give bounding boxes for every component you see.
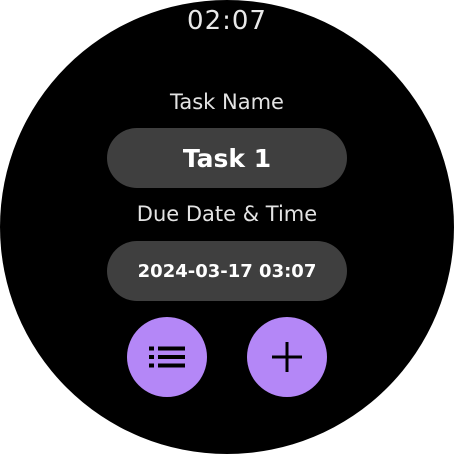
clock-time: 02:07 — [187, 6, 267, 36]
add-task-button[interactable] — [247, 317, 327, 397]
task-list-button[interactable] — [127, 317, 207, 397]
due-date-label: Due Date & Time — [136, 202, 318, 226]
list-icon — [149, 345, 185, 369]
due-date-value: 2024-03-17 03:07 — [137, 260, 317, 282]
task-name-label: Task Name — [170, 90, 284, 114]
task-name-field[interactable]: Task 1 — [107, 128, 347, 188]
due-date-field[interactable]: 2024-03-17 03:07 — [107, 241, 347, 301]
task-name-value: Task 1 — [182, 143, 272, 173]
watch-screen: 02:07 Task Name Task 1 Due Date & Time 2… — [0, 0, 454, 454]
plus-icon — [271, 341, 303, 373]
